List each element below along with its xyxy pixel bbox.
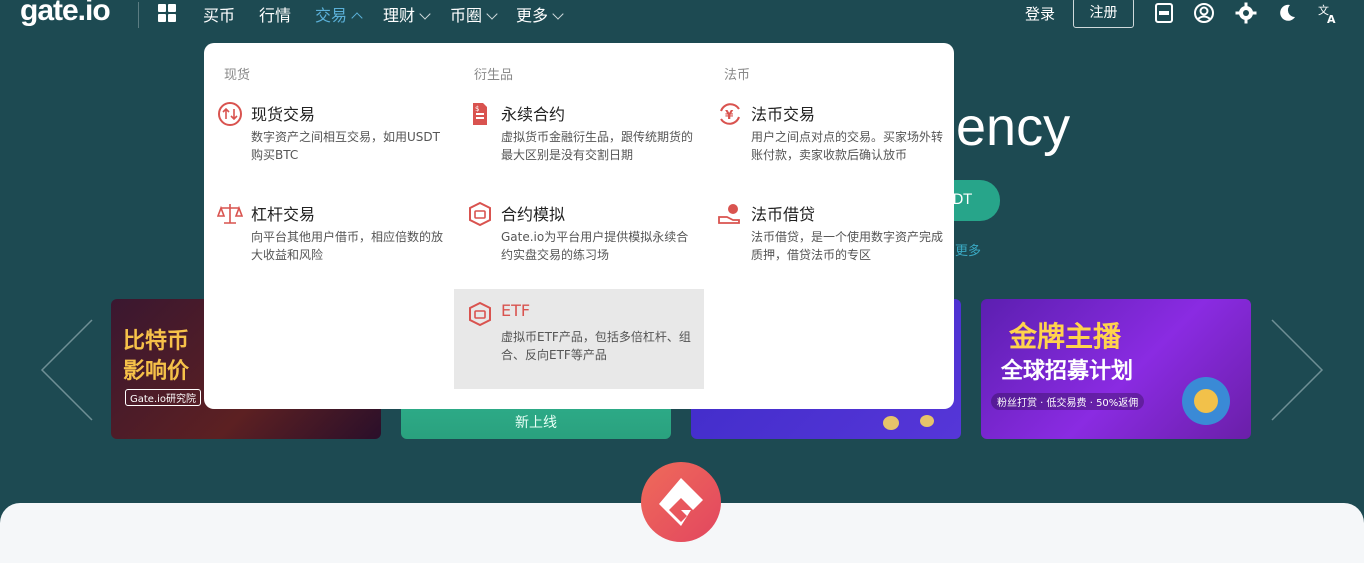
nav-item-more-label: 更多 [516, 6, 549, 25]
column-header-fiat: 法币 [724, 68, 751, 83]
svg-text:$: $ [475, 105, 479, 113]
menu-item-title: ETF [501, 301, 531, 320]
language-icon[interactable]: 文 A [1317, 2, 1339, 24]
menu-item-title: 现货交易 [251, 105, 316, 124]
column-header-spot: 现货 [224, 68, 251, 83]
gate-logo[interactable]: gate.io [20, 0, 111, 28]
menu-item-contract-simulation[interactable]: 合约模拟 Gate.io为平台用户提供模拟永续合约实盘交易的练习场 [454, 189, 704, 289]
apps-grid-icon[interactable] [158, 4, 176, 22]
login-link[interactable]: 登录 [1025, 3, 1055, 24]
contract-doc-icon: $ [473, 103, 487, 125]
column-header-derivatives: 衍生品 [474, 68, 514, 83]
banner-streamer-recruit[interactable]: 金牌主播 全球招募计划 粉丝打赏 · 低交易费 · 50%返佣 [981, 299, 1251, 439]
chevron-down-icon [486, 8, 498, 20]
hero-title: ency [956, 97, 1071, 157]
nav-item-finance-label: 理财 [383, 6, 416, 25]
banner-streamer-perks: 粉丝打赏 · 低交易费 · 50%返佣 [991, 393, 1145, 410]
user-icon[interactable] [1193, 2, 1215, 24]
menu-item-desc: 法币借贷，是一个使用数字资产完成质押，借贷法币的专区 [751, 230, 944, 262]
banner-new-listing-label: 新上线 [515, 415, 557, 431]
banner-streamer-title: 金牌主播 [1009, 320, 1122, 353]
menu-item-spot-trading[interactable]: 现货交易 数字资产之间相互交易，如用USDT购买BTC [204, 89, 454, 189]
svg-text:¥: ¥ [725, 108, 734, 122]
nav-item-finance[interactable]: 理财 [383, 2, 431, 26]
nav-item-community[interactable]: 币圈 [450, 2, 498, 26]
menu-item-desc: 虚拟货币金融衍生品，跟传统期货的最大区别是没有交割日期 [501, 130, 694, 162]
settings-icon[interactable] [1235, 2, 1257, 24]
nav-item-buy-crypto[interactable]: 买币 [203, 2, 235, 26]
menu-item-etf[interactable]: ETF 虚拟币ETF产品，包括多倍杠杆、组合、反向ETF等产品 [454, 289, 704, 389]
menu-item-desc: 数字资产之间相互交易，如用USDT购买BTC [251, 130, 440, 162]
gate-round-logo-icon [641, 462, 721, 542]
carousel-next-arrow-icon[interactable] [1264, 318, 1324, 422]
hero-more-link[interactable]: 更多 [955, 240, 981, 259]
nav-item-trade-label: 交易 [315, 6, 348, 25]
nav-item-trade[interactable]: 交易 [315, 2, 363, 26]
chevron-down-icon [419, 8, 431, 20]
menu-item-perpetual-contract[interactable]: $ 永续合约 虚拟货币金融衍生品，跟传统期货的最大区别是没有交割日期 [454, 89, 704, 189]
banner-research-line2: 影响价 [123, 359, 190, 384]
menu-item-title: 合约模拟 [501, 205, 566, 224]
banner-research-title: 比特币 影响价 [123, 327, 189, 387]
coin-bag-illustration [1182, 377, 1230, 425]
nav-divider [138, 2, 139, 28]
yen-exchange-icon: ¥ [720, 103, 740, 125]
svg-text:A: A [1327, 13, 1336, 24]
nav-item-markets[interactable]: 行情 [259, 2, 291, 26]
carousel-prev-arrow-icon[interactable] [40, 318, 100, 422]
menu-item-title: 法币交易 [751, 105, 816, 124]
menu-item-fiat-lending[interactable]: 法币借贷 法币借贷，是一个使用数字资产完成质押，借贷法币的专区 [704, 189, 954, 289]
banner-research-tag: Gate.io研究院 [125, 389, 202, 406]
menu-item-title: 杠杆交易 [251, 205, 316, 224]
banner-research-line1: 比特币 [123, 329, 190, 354]
menu-item-fiat-trading[interactable]: ¥ 法币交易 用户之间点对点的交易。买家场外转账付款，卖家收款后确认放币 [704, 89, 954, 189]
etf-icon [469, 301, 491, 327]
spot-exchange-icon [218, 102, 242, 126]
app-download-icon[interactable] [1153, 2, 1175, 24]
menu-item-desc: 用户之间点对点的交易。买家场外转账付款，卖家收款后确认放币 [751, 130, 944, 162]
nav-item-community-label: 币圈 [450, 6, 483, 25]
hand-coin-icon [718, 204, 740, 224]
menu-item-desc: 虚拟币ETF产品，包括多倍杠杆、组合、反向ETF等产品 [501, 330, 691, 362]
banner-streamer-subtitle: 全球招募计划 [1001, 359, 1134, 384]
menu-item-title: 永续合约 [501, 105, 566, 124]
trade-dropdown-menu: 现货 衍生品 法币 现货交易 数字资产之间相互交易，如用USDT购买BTC 杠杆… [204, 43, 954, 409]
nav-item-more[interactable]: 更多 [516, 2, 564, 26]
chevron-down-icon [552, 8, 564, 20]
menu-item-desc: Gate.io为平台用户提供模拟永续合约实盘交易的练习场 [501, 230, 689, 262]
menu-item-title: 法币借贷 [751, 205, 816, 224]
chevron-up-icon [351, 12, 363, 24]
register-button[interactable]: 注册 [1073, 0, 1134, 28]
scale-icon [217, 204, 243, 224]
top-nav: gate.io 买币 行情 交易 理财 币圈 更多 登录 注册 文 A [0, 0, 1364, 28]
simulation-icon [469, 201, 491, 227]
dark-mode-icon[interactable] [1276, 2, 1298, 24]
menu-item-margin-trading[interactable]: 杠杆交易 向平台其他用户借币，相应倍数的放大收益和风险 [204, 189, 454, 289]
menu-item-desc: 向平台其他用户借币，相应倍数的放大收益和风险 [251, 230, 444, 262]
